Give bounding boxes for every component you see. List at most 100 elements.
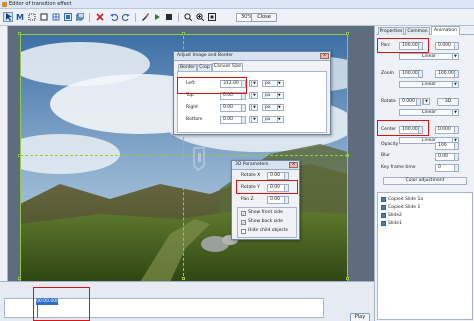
close-icon[interactable]: × xyxy=(320,53,329,59)
play-small-icon[interactable] xyxy=(152,12,162,22)
grid-icon[interactable] xyxy=(51,12,61,22)
play-button[interactable]: Play xyxy=(350,313,370,321)
redo-icon[interactable] xyxy=(121,12,131,22)
tab-common[interactable]: Common xyxy=(405,27,430,35)
layers-icon[interactable] xyxy=(75,12,85,22)
slide-icon xyxy=(381,197,386,202)
spinner-icon[interactable] xyxy=(241,93,245,99)
list-item[interactable]: Slide2 xyxy=(381,212,402,219)
rotate-y-input[interactable]: 0.00 xyxy=(267,184,289,192)
list-item[interactable]: Copied Slide 1a xyxy=(381,196,423,203)
spinner-icon[interactable] xyxy=(284,173,288,179)
blur-label: Blur xyxy=(381,153,391,158)
resize-handle[interactable] xyxy=(346,277,349,280)
unit-select[interactable]: px ▼ xyxy=(262,80,284,87)
resize-handle[interactable] xyxy=(18,32,21,35)
pan-z-input[interactable]: 0.00 xyxy=(267,196,289,204)
spinner-icon[interactable] xyxy=(241,105,245,111)
tab-animation[interactable]: Animation xyxy=(431,26,460,35)
canvas-size-panel: Left 312.00 ▼ px ▼ Top 0.00 ▼ px ▼ Right 0… xyxy=(177,71,327,133)
spinner-icon[interactable] xyxy=(418,71,422,77)
unit-select[interactable]: px ▼ xyxy=(262,104,284,111)
unit-select[interactable]: px ▼ xyxy=(262,92,284,99)
list-item[interactable]: Slide1 xyxy=(381,220,402,227)
resize-handle[interactable] xyxy=(346,32,349,35)
bottom-input[interactable]: 0.00 xyxy=(220,116,246,124)
opacity-input[interactable]: 100 xyxy=(435,142,459,150)
pan-mode-select[interactable]: Linear ▼ xyxy=(399,53,459,60)
rotate-mode-select[interactable]: Linear ▼ xyxy=(399,109,459,116)
spinner-icon[interactable] xyxy=(418,43,422,49)
text-M-icon[interactable]: M xyxy=(15,12,25,22)
tab-canvas-size[interactable]: Canvas Size xyxy=(212,63,243,71)
show-back-checkbox[interactable]: ✓ xyxy=(241,220,246,225)
spinner-icon[interactable] xyxy=(241,81,245,87)
show-front-checkbox[interactable]: ✓ xyxy=(241,211,246,216)
rotate-x-input[interactable]: 0.00 xyxy=(267,172,289,180)
hide-child-checkbox[interactable] xyxy=(241,229,246,234)
chevron-down-icon[interactable]: ▼ xyxy=(249,116,258,123)
pointer-icon[interactable] xyxy=(3,12,13,22)
rotate-input[interactable]: 0.000 xyxy=(399,98,421,106)
close-button[interactable]: Close xyxy=(251,13,277,22)
tab-border[interactable]: Border xyxy=(178,64,197,71)
delete-icon[interactable] xyxy=(95,12,105,22)
brush-icon[interactable] xyxy=(140,12,150,22)
keyframe-input[interactable]: 0 xyxy=(435,164,459,172)
spinner-icon[interactable] xyxy=(284,185,288,191)
stop-icon[interactable] xyxy=(164,12,174,22)
checkbox-label: Show back side xyxy=(248,219,283,224)
3d-button[interactable]: 3D xyxy=(437,98,459,106)
timeline[interactable]: 00:00.000 Play xyxy=(0,281,374,321)
spinner-icon[interactable] xyxy=(454,165,458,171)
resize-handle[interactable] xyxy=(18,277,21,280)
time-marker[interactable]: 00:00.000 xyxy=(36,298,59,305)
field-label: Bottom xyxy=(186,117,203,122)
right-input[interactable]: 0.00 xyxy=(220,104,246,112)
playhead[interactable] xyxy=(37,305,38,318)
crop-icon[interactable] xyxy=(39,12,49,22)
top-input[interactable]: 0.00 xyxy=(220,92,246,100)
resize-handle[interactable] xyxy=(182,32,185,35)
zoom-out-icon[interactable] xyxy=(183,12,193,22)
chevron-down-icon[interactable]: ▼ xyxy=(249,80,258,87)
spinner-icon[interactable] xyxy=(454,127,458,133)
spinner-icon[interactable] xyxy=(454,71,458,77)
chevron-down-icon[interactable]: ▼ xyxy=(249,104,258,111)
chevron-down-icon[interactable]: ▼ xyxy=(422,98,430,105)
pan-label: Pan: xyxy=(381,43,391,48)
chevron-down-icon[interactable]: ▼ xyxy=(249,92,258,99)
center-x-input[interactable]: 100.000 xyxy=(399,126,423,134)
field-label: Left xyxy=(186,81,195,86)
tab-crop[interactable]: Crop xyxy=(197,64,212,71)
svg-text:M: M xyxy=(16,13,24,21)
tab-properties[interactable]: Properties xyxy=(378,27,404,35)
slide-icon xyxy=(381,213,386,218)
spinner-icon[interactable] xyxy=(454,154,458,160)
frame-icon[interactable] xyxy=(27,12,37,22)
resize-handle[interactable] xyxy=(182,277,185,280)
close-icon[interactable]: × xyxy=(289,162,298,168)
list-item[interactable]: Copied Slide 1 xyxy=(381,204,420,211)
zoom-y-input[interactable]: 100.000 xyxy=(435,70,459,78)
zoom-x-input[interactable]: 100.000 xyxy=(399,70,423,78)
spinner-icon[interactable] xyxy=(416,99,420,105)
pan-y-input[interactable]: 0.000 xyxy=(435,42,459,50)
spinner-icon[interactable] xyxy=(454,43,458,49)
left-input[interactable]: 312.00 xyxy=(220,80,246,88)
adjust-image-dialog: Adjust Image and Border × Border Crop Ca… xyxy=(173,51,331,135)
unit-select[interactable]: px ▼ xyxy=(262,116,284,123)
zoom-mode-select[interactable]: Linear ▼ xyxy=(399,81,459,88)
zoom-in-icon[interactable] xyxy=(195,12,205,22)
pan-x-input[interactable]: 100.000 xyxy=(399,42,423,50)
spinner-icon[interactable] xyxy=(418,127,422,133)
blur-input[interactable]: 0.00 xyxy=(435,153,459,161)
zoom-fit-icon[interactable] xyxy=(207,12,217,22)
undo-icon[interactable] xyxy=(109,12,119,22)
spinner-icon[interactable] xyxy=(454,143,458,149)
spinner-icon[interactable] xyxy=(241,117,245,123)
color-adjustment-button[interactable]: Color adjustment xyxy=(383,177,467,185)
center-y-input[interactable]: 0.000 xyxy=(435,126,459,134)
fit-icon[interactable] xyxy=(63,12,73,22)
spinner-icon[interactable] xyxy=(284,197,288,203)
